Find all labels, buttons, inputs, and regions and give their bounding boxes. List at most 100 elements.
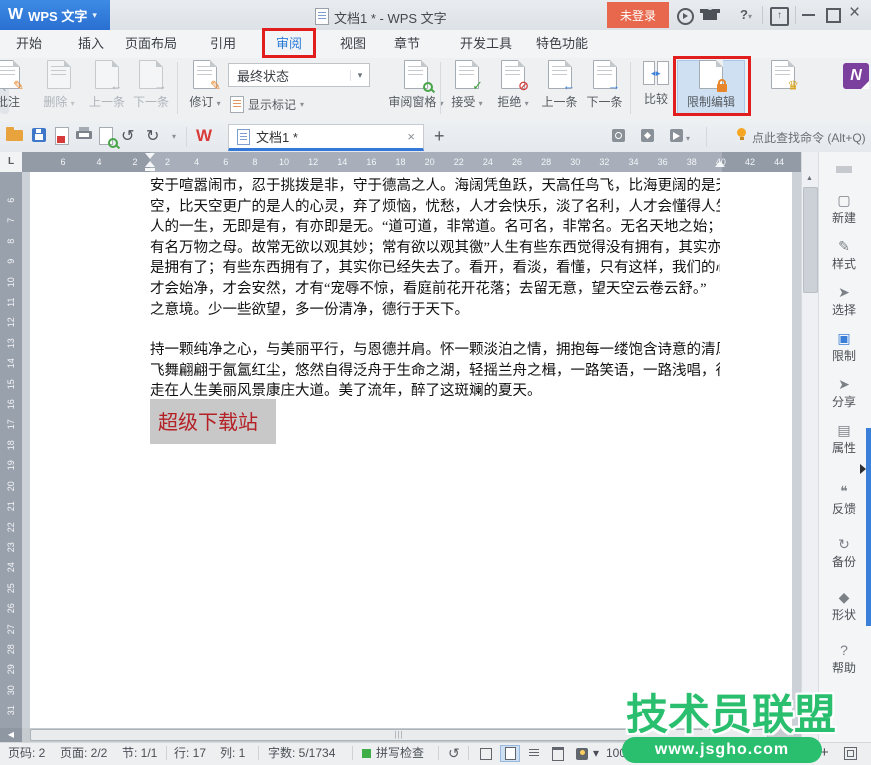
- sidebar-item[interactable]: ◆ 形状: [818, 580, 870, 633]
- sidebar-scroll-indicator[interactable]: [866, 428, 871, 626]
- column-status[interactable]: 列: 1: [220, 742, 245, 764]
- sidebar-item[interactable]: ? 帮助: [818, 633, 870, 686]
- next-change-button[interactable]: → 下一条: [582, 60, 627, 118]
- previous-comment-button[interactable]: ← 上一条: [84, 60, 130, 118]
- first-line-indent-marker[interactable]: [145, 153, 155, 159]
- tab-page-layout[interactable]: 页面布局: [115, 30, 187, 58]
- sidebar-group-2: ❝ 反馈 ↻ 备份 ◆ 形状 ? 帮助: [818, 474, 870, 686]
- close-tab-icon[interactable]: ×: [407, 129, 415, 144]
- vertical-ruler[interactable]: 6789101112131415161718192021222324252627…: [0, 172, 22, 728]
- vertical-scrollbar-thumb[interactable]: [803, 187, 818, 293]
- paragraph-1[interactable]: 安于喧嚣闹市，忍于挑拨是非，守于德高之人。海阔凭鱼跃，天高任鸟飞，比海更阔的是天…: [150, 176, 720, 320]
- minimize-button[interactable]: [802, 14, 815, 16]
- horizontal-ruler[interactable]: 6 4 2 2468101214161820222426283032343638…: [22, 152, 818, 172]
- paragraph-2[interactable]: 持一颗纯净之心，与美丽平行，与恩德并肩。怀一颗淡泊之情，拥抱每一缕饱含诗意的清风…: [150, 340, 720, 402]
- wps-home-icon[interactable]: W: [196, 126, 212, 146]
- docer-icon[interactable]: [641, 129, 654, 142]
- sidebar-item[interactable]: ↻ 备份: [818, 527, 870, 580]
- text-line: 空，比天空更广的是人的心灵，弃了烦恼，忧愁，人才会快乐，淡了名利，人才会懂得人生…: [150, 197, 720, 218]
- web-view-button[interactable]: [548, 745, 568, 762]
- fullscreen-view-button[interactable]: [476, 745, 496, 762]
- markup-state-combobox[interactable]: 最终状态 ▾: [228, 63, 370, 87]
- tab-special-features[interactable]: 特色功能: [524, 30, 600, 58]
- spellcheck-status[interactable]: 拼写检查: [376, 742, 424, 764]
- restrict-editing-button[interactable]: 限制编辑: [678, 60, 744, 118]
- right-indent-marker[interactable]: [715, 161, 725, 167]
- page-number-status[interactable]: 页码: 2: [8, 742, 45, 764]
- word-count-status[interactable]: 字数: 5/1734: [268, 742, 335, 764]
- hanging-indent-marker[interactable]: [145, 161, 155, 167]
- app-button-label: WPS 文字: [28, 6, 87, 25]
- tab-dev-tools[interactable]: 开发工具: [448, 30, 524, 58]
- document-permission-button[interactable]: ♛: [754, 60, 812, 118]
- help-button[interactable]: ?▾: [740, 7, 752, 22]
- tab-references[interactable]: 引用: [200, 30, 246, 58]
- eye-protect-button[interactable]: [572, 745, 592, 762]
- app-menu-button[interactable]: W WPS 文字 ▾: [0, 0, 110, 30]
- find-command-hint[interactable]: 点此查找命令 (Alt+Q): [752, 129, 866, 146]
- print-icon[interactable]: [76, 131, 92, 139]
- export-pdf-icon[interactable]: [55, 127, 69, 145]
- sidebar-item-icon: ↻: [838, 537, 850, 552]
- track-changes-button[interactable]: ✎ 修订 ▾: [182, 60, 228, 118]
- scroll-up-button[interactable]: ▲: [801, 173, 818, 185]
- fit-page-button[interactable]: [844, 747, 857, 760]
- tab-view[interactable]: 视图: [330, 30, 376, 58]
- delete-comment-button[interactable]: 删除 ▾: [34, 60, 84, 118]
- accept-button[interactable]: ✓ 接受 ▾: [444, 60, 490, 118]
- close-button[interactable]: ×: [849, 2, 860, 24]
- undo-button[interactable]: ↺: [121, 126, 134, 146]
- skin-icon[interactable]: [703, 9, 717, 20]
- sidebar-item[interactable]: ✎ 样式: [818, 232, 870, 278]
- outline-view-button[interactable]: [524, 745, 544, 762]
- divider: [706, 127, 707, 147]
- open-file-icon[interactable]: [6, 130, 23, 141]
- sidebar-item-icon: ◆: [839, 590, 850, 605]
- comment-button[interactable]: ✎ 批注: [0, 60, 34, 118]
- redo-button[interactable]: ↻: [146, 126, 159, 146]
- sidebar-item[interactable]: ▣ 限制: [818, 324, 870, 370]
- chevron-down-icon[interactable]: ▾: [593, 742, 599, 764]
- sidebar-item[interactable]: ▤ 属性: [818, 416, 870, 462]
- sidebar-item[interactable]: ▢ 新建: [818, 186, 870, 232]
- onenote-icon[interactable]: N: [843, 63, 869, 89]
- save-icon[interactable]: [32, 128, 46, 142]
- section-status[interactable]: 节: 1/1: [122, 742, 157, 764]
- chevron-down-icon: ▾: [217, 99, 221, 108]
- previous-icon: ←: [548, 60, 572, 89]
- line-status[interactable]: 行: 17: [174, 742, 206, 764]
- new-tab-button[interactable]: +: [434, 126, 445, 147]
- print-preview-icon[interactable]: [99, 127, 113, 145]
- maximize-button[interactable]: [826, 8, 841, 23]
- compare-button[interactable]: ◂▸ 比较: [634, 60, 678, 118]
- assistant-icon[interactable]: [677, 8, 694, 25]
- share-flag-icon[interactable]: [670, 129, 683, 142]
- tab-insert[interactable]: 插入: [68, 30, 114, 58]
- sidebar-item-icon: ➤: [838, 285, 850, 300]
- show-markup-button[interactable]: 显示标记 ▾: [230, 94, 304, 114]
- review-pane-button[interactable]: 审阅窗格 ▾: [384, 60, 448, 118]
- login-button[interactable]: 未登录: [607, 2, 669, 28]
- next-comment-button[interactable]: → 下一条: [128, 60, 174, 118]
- sidebar-expand-arrow[interactable]: [860, 464, 866, 474]
- sidebar-item[interactable]: ➤ 分享: [818, 370, 870, 416]
- pages-status[interactable]: 页面: 2/2: [60, 742, 107, 764]
- page-view-button[interactable]: [500, 745, 520, 762]
- hide-ribbon-button[interactable]: ↑: [770, 7, 789, 26]
- highlighted-selection[interactable]: 超级下载站: [150, 399, 276, 444]
- quick-access-dropdown[interactable]: ▾: [172, 132, 176, 141]
- reject-button[interactable]: ⊘ 拒绝 ▾: [490, 60, 536, 118]
- previous-change-button[interactable]: ← 上一条: [537, 60, 582, 118]
- left-indent-marker[interactable]: [145, 168, 155, 171]
- chevron-down-icon: ▾: [748, 12, 752, 21]
- tab-section[interactable]: 章节: [384, 30, 430, 58]
- scroll-left-button[interactable]: ◀: [0, 728, 22, 742]
- sidebar-item[interactable]: ➤ 选择: [818, 278, 870, 324]
- tab-stop-selector[interactable]: L: [0, 152, 22, 172]
- sidebar-item[interactable]: ❝ 反馈: [818, 474, 870, 527]
- tab-review[interactable]: 审阅: [266, 30, 312, 58]
- history-icon[interactable]: [612, 129, 625, 142]
- tab-home[interactable]: 开始: [6, 30, 52, 58]
- history-icon[interactable]: ↺: [448, 742, 460, 764]
- document-tab[interactable]: 文档1 * ×: [228, 124, 424, 151]
